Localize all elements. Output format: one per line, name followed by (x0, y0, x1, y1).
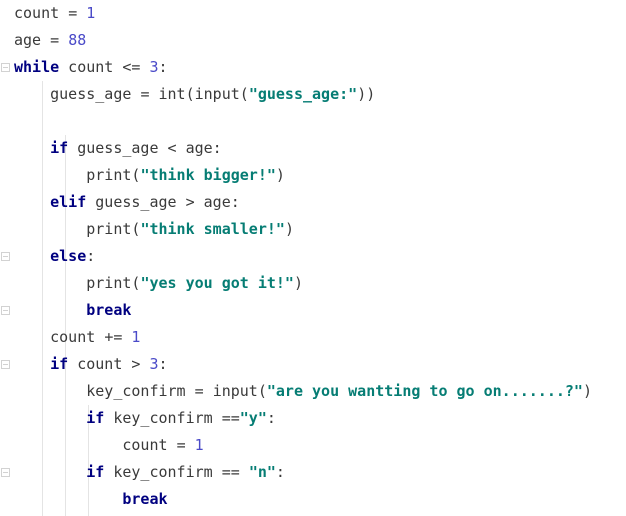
token-op: < (167, 139, 186, 157)
token-plain: )) (357, 85, 376, 103)
token-str: "think bigger!" (140, 166, 276, 184)
token-op: > (185, 193, 204, 211)
token-num: 3 (149, 355, 159, 373)
token-kw: if (86, 409, 105, 427)
token-plain: age (14, 31, 51, 49)
code-line-8[interactable]: elif guess_age > age: (14, 189, 240, 216)
token-plain: guess_age (68, 139, 168, 157)
token-plain: : (158, 58, 168, 76)
token-op: == (221, 463, 249, 481)
token-num: 1 (86, 4, 96, 22)
code-line-3[interactable]: while count <= 3: (14, 54, 168, 81)
token-plain: count (14, 4, 69, 22)
token-plain: print( (14, 166, 141, 184)
code-editor[interactable]: count = 1 age = 88 while count <= 3: guess… (0, 0, 626, 516)
token-plain: ) (275, 166, 285, 184)
token-num: 3 (149, 58, 159, 76)
token-op: = (68, 4, 87, 22)
token-plain: key_confirm (104, 409, 222, 427)
token-str: "are you wantting to go on.......?" (266, 382, 583, 400)
code-content-area[interactable]: count = 1 age = 88 while count <= 3: guess… (0, 0, 626, 516)
token-num: 88 (68, 31, 87, 49)
token-kw: break (86, 301, 132, 319)
token-kw: if (86, 463, 105, 481)
token-plain: age: (203, 193, 240, 211)
code-line-1[interactable]: count = 1 (14, 0, 95, 27)
token-plain: count (14, 436, 177, 454)
code-line-2[interactable]: age = 88 (14, 27, 86, 54)
token-kw: else (50, 247, 87, 265)
token-plain: count (68, 355, 132, 373)
token-str: "y" (239, 409, 267, 427)
token-str: "think smaller!" (140, 220, 285, 238)
token-kw: elif (50, 193, 87, 211)
token-str: "n" (248, 463, 276, 481)
token-num: 1 (194, 436, 204, 454)
token-str: "yes you got it!" (140, 274, 294, 292)
token-plain: print( (14, 274, 141, 292)
code-line-15[interactable]: key_confirm = input("are you wantting to… (14, 378, 592, 405)
token-plain: ) (284, 220, 294, 238)
code-line-12[interactable]: break (14, 297, 131, 324)
token-kw: if (50, 355, 69, 373)
token-op: = (194, 382, 213, 400)
token-kw: break (122, 490, 168, 508)
token-plain: count (59, 58, 123, 76)
code-line-7[interactable]: print("think bigger!") (14, 162, 285, 189)
code-line-9[interactable]: print("think smaller!") (14, 216, 294, 243)
code-line-18[interactable]: if key_confirm == "n": (14, 459, 285, 486)
token-kw: if (50, 139, 69, 157)
code-line-13[interactable]: count += 1 (14, 324, 140, 351)
token-plain: : (266, 409, 276, 427)
code-line-14[interactable]: if count > 3: (14, 351, 168, 378)
token-plain: count (14, 328, 105, 346)
code-line-16[interactable]: if key_confirm =="y": (14, 405, 276, 432)
code-line-11[interactable]: print("yes you got it!") (14, 270, 303, 297)
token-plain: guess_age (86, 193, 186, 211)
code-line-17[interactable]: count = 1 (14, 432, 204, 459)
token-op: = (140, 85, 159, 103)
token-plain: age: (185, 139, 222, 157)
token-num: 1 (131, 328, 141, 346)
token-op: == (221, 409, 240, 427)
code-line-4[interactable]: guess_age = int(input("guess_age:")) (14, 81, 375, 108)
token-op: = (50, 31, 69, 49)
token-op: > (131, 355, 150, 373)
token-plain: : (275, 463, 285, 481)
token-plain: ) (582, 382, 592, 400)
code-line-19[interactable]: break (14, 486, 168, 513)
token-op: <= (122, 58, 150, 76)
token-plain: print( (14, 220, 141, 238)
token-plain: : (158, 355, 168, 373)
token-plain: input( (212, 382, 267, 400)
token-op: = (176, 436, 195, 454)
token-plain: ) (293, 274, 303, 292)
token-plain: key_confirm (14, 382, 195, 400)
token-op: += (104, 328, 132, 346)
token-plain: guess_age (14, 85, 141, 103)
token-plain: int(input( (158, 85, 249, 103)
token-plain: : (86, 247, 96, 265)
token-plain: key_confirm (104, 463, 222, 481)
token-str: "guess_age:" (248, 85, 358, 103)
token-kw: while (14, 58, 60, 76)
code-line-6[interactable]: if guess_age < age: (14, 135, 222, 162)
code-line-10[interactable]: else: (14, 243, 95, 270)
